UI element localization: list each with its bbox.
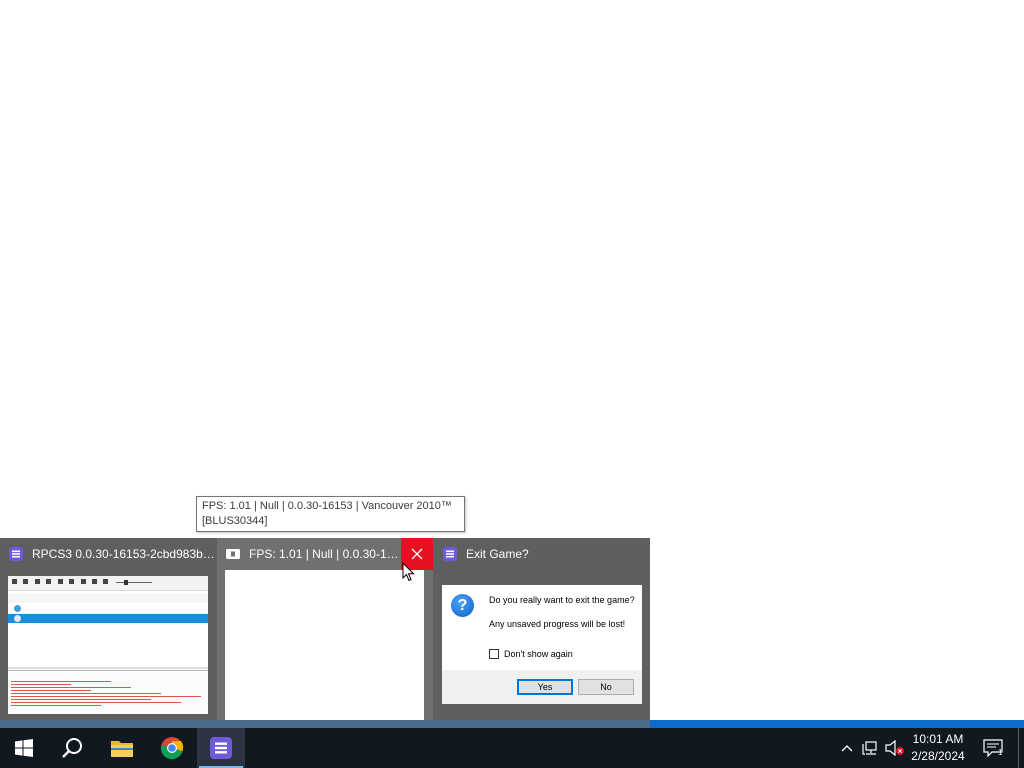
mini-game-row — [8, 604, 208, 614]
game-window-icon — [226, 549, 240, 559]
chrome-icon — [160, 737, 184, 760]
search-icon — [62, 738, 82, 758]
mouse-cursor-icon — [402, 562, 415, 582]
windows-start-icon — [15, 739, 33, 757]
window-title-tooltip: FPS: 1.01 | Null | 0.0.30-16153 | Vancou… — [196, 496, 465, 532]
thumbnail-title-bar: RPCS3 0.0.30-16153-2cbd983b ... — [0, 538, 216, 570]
no-button[interactable]: No — [578, 679, 634, 695]
thumbnail-title: Exit Game? — [466, 547, 529, 561]
start-button[interactable] — [0, 728, 48, 768]
chrome-button[interactable] — [148, 728, 196, 768]
rpcs3-icon — [443, 547, 457, 561]
clock-date: 2/28/2024 — [911, 749, 965, 763]
mini-toolbar — [8, 576, 208, 591]
thumbnail-preview-rpcs3 — [8, 576, 208, 714]
action-center-button[interactable]: 1 — [978, 728, 1008, 768]
thumbnail-title-bar: FPS: 1.01 | Null | 0.0.30-16... — [217, 538, 401, 570]
file-explorer-button[interactable] — [98, 728, 146, 768]
dialog-warning: Any unsaved progress will be lost! — [489, 619, 626, 629]
question-icon: ? — [451, 594, 474, 617]
checkbox-box[interactable] — [489, 649, 499, 659]
volume-muted-icon — [885, 740, 904, 756]
chevron-up-icon — [841, 745, 853, 752]
network-icon — [862, 741, 877, 755]
volume-button[interactable] — [884, 728, 906, 768]
thumbnail-rpcs3-main[interactable]: RPCS3 0.0.30-16153-2cbd983b ... — [0, 538, 216, 720]
exit-game-dialog-preview: ? Do you really want to exit the game? A… — [442, 585, 642, 704]
dialog-question: Do you really want to exit the game? — [489, 595, 635, 605]
mini-header-row — [8, 594, 208, 603]
mini-log-panel — [8, 670, 208, 714]
clock-time: 10:01 AM — [912, 732, 964, 746]
rpcs3-icon — [9, 547, 23, 561]
rpcs3-icon — [210, 737, 232, 759]
show-desktop-button[interactable] — [1018, 728, 1019, 768]
checkbox-label: Don't show again — [504, 649, 573, 659]
yes-button[interactable]: Yes — [517, 679, 573, 695]
thumbnail-title: RPCS3 0.0.30-16153-2cbd983b ... — [32, 547, 216, 561]
thumbnail-preview-game — [225, 570, 424, 720]
desktop-strip — [0, 720, 1024, 728]
notification-count: 1 — [998, 748, 1003, 757]
mini-selected-row — [8, 614, 208, 623]
show-hidden-icons-button[interactable] — [838, 728, 856, 768]
network-button[interactable] — [860, 728, 882, 768]
thumbnail-title: FPS: 1.01 | Null | 0.0.30-16... — [249, 547, 401, 561]
search-button[interactable] — [48, 728, 96, 768]
system-clock[interactable]: 10:01 AM 2/28/2024 — [904, 731, 972, 765]
rpcs3-taskbar-button[interactable] — [197, 728, 245, 768]
close-icon — [411, 548, 423, 560]
file-explorer-icon — [111, 741, 133, 757]
dont-show-again-checkbox[interactable]: Don't show again — [489, 649, 573, 659]
thumbnail-title-bar: Exit Game? — [434, 538, 650, 570]
thumbnail-game-window[interactable]: FPS: 1.01 | Null | 0.0.30-16... — [217, 538, 433, 720]
taskbar: 10:01 AM 2/28/2024 1 — [0, 728, 1024, 768]
